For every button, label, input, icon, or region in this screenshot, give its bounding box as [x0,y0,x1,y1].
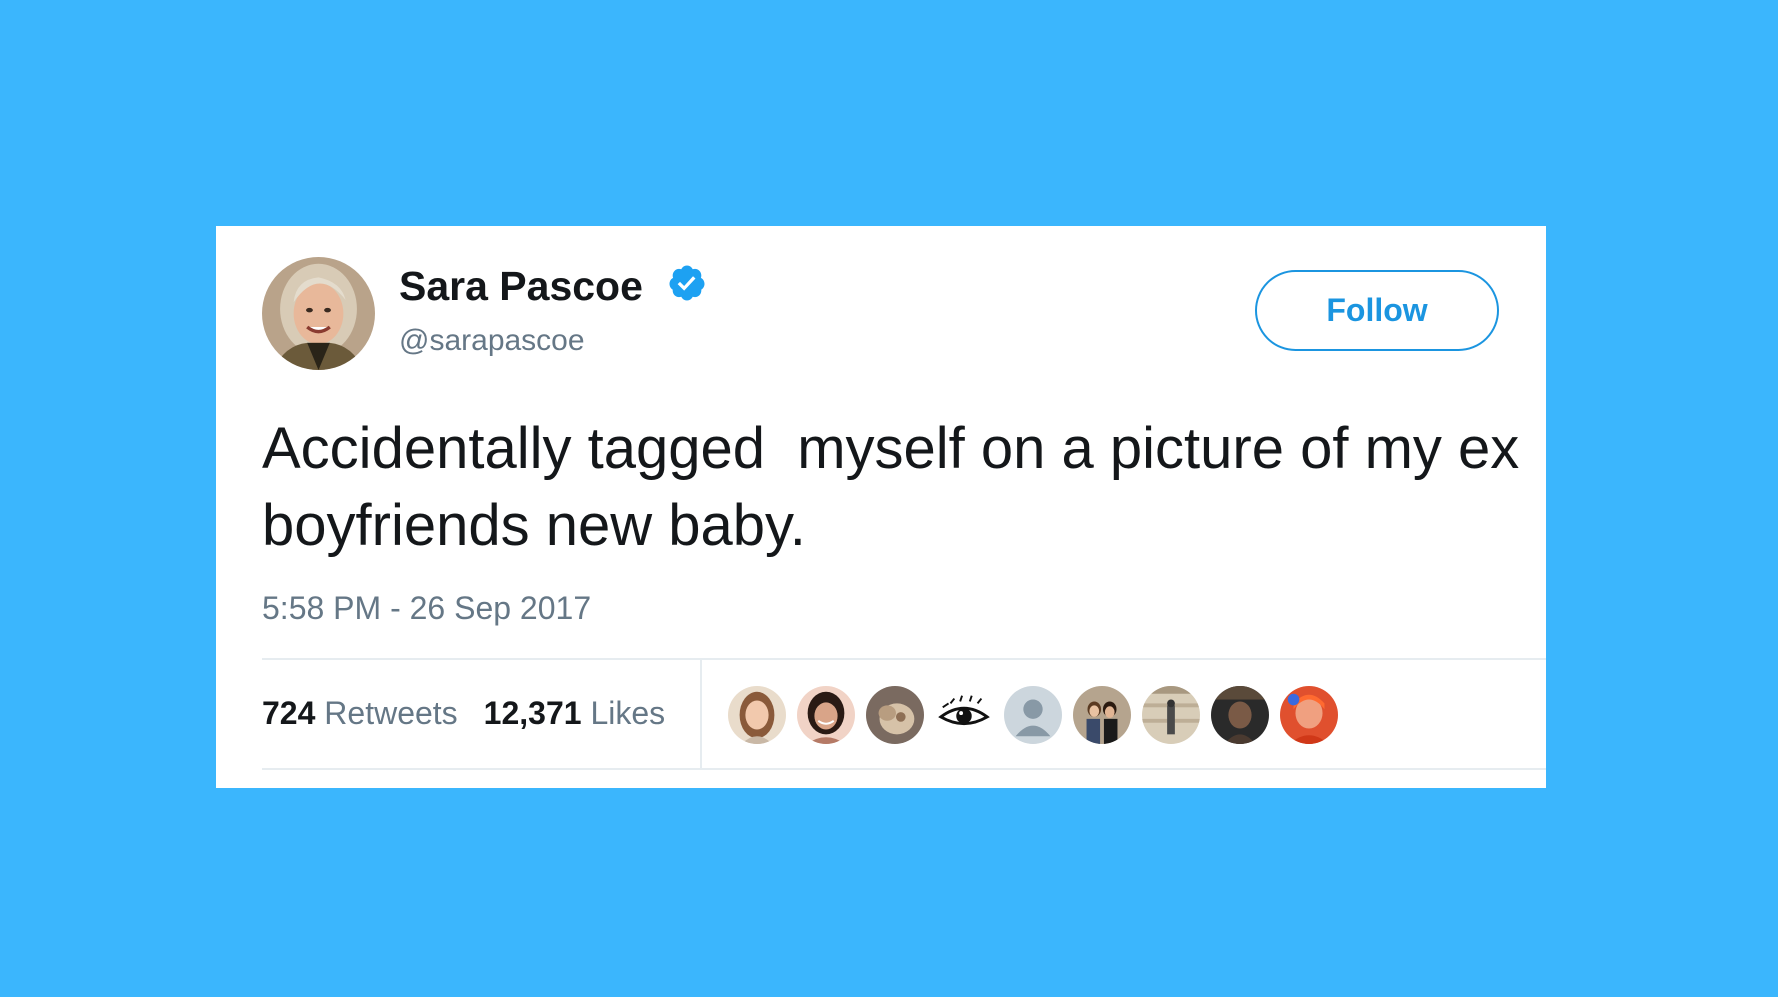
stats-divider [700,660,702,768]
retweets-stat[interactable]: 724 Retweets [262,695,458,731]
likes-count: 12,371 [483,695,582,731]
tweet-text: Accidentally tagged myself on a picture … [262,416,1536,558]
liker-avatar-7-icon[interactable] [1142,686,1200,744]
user-handle[interactable]: @sarapascoe [399,326,585,356]
liker-avatar-9-icon[interactable] [1280,686,1338,744]
liker-avatar-8-icon[interactable] [1211,686,1269,744]
liker-avatar-default-icon[interactable] [1004,686,1062,744]
liker-avatar-1-icon[interactable] [728,686,786,744]
display-name[interactable]: Sara Pascoe [399,266,643,307]
liker-avatars [728,686,1338,744]
divider [262,658,1546,660]
divider [262,768,1546,770]
profile-photo-icon [262,257,375,370]
liker-avatar-eye-icon[interactable] [935,686,993,744]
retweets-label: Retweets [324,695,458,731]
follow-button[interactable]: Follow [1255,270,1499,351]
tweet-stats: 724 Retweets 12,371 Likes [262,697,665,729]
profile-avatar[interactable] [262,257,375,370]
verified-badge-icon [667,263,707,303]
liker-avatar-2-icon[interactable] [797,686,855,744]
tweet-card: Sara Pascoe @sarapascoe Follow Accidenta… [216,226,1546,788]
likes-label: Likes [590,695,666,731]
retweets-count: 724 [262,695,316,731]
likes-stat[interactable]: 12,371 Likes [484,695,665,731]
tweet-timestamp[interactable]: 5:58 PM - 26 Sep 2017 [262,592,591,624]
liker-avatar-3-icon[interactable] [866,686,924,744]
liker-avatar-6-icon[interactable] [1073,686,1131,744]
